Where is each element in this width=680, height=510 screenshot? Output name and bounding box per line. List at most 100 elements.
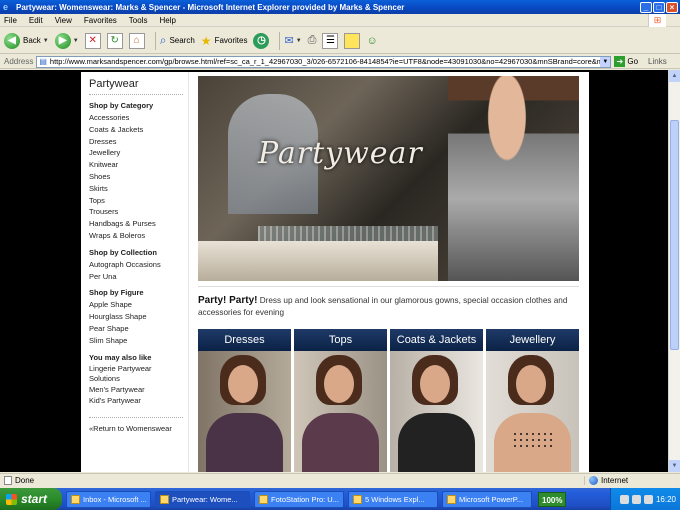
- search-icon: ⌕: [159, 33, 167, 47]
- model-garment: [302, 413, 379, 472]
- nav-link-pear-shape[interactable]: Pear Shape: [89, 323, 188, 335]
- nav-link-handbags-purses[interactable]: Handbags & Purses: [89, 218, 188, 230]
- taskbar-item-fotostation[interactable]: FotoStation Pro: U...: [254, 490, 344, 508]
- menu-file[interactable]: File: [4, 16, 17, 25]
- go-button[interactable]: ➔ Go: [614, 56, 638, 67]
- chevron-down-icon[interactable]: ▼: [600, 56, 611, 67]
- nav-link-trousers[interactable]: Trousers: [89, 206, 188, 218]
- stop-button[interactable]: ✕: [84, 32, 101, 49]
- tray-icon[interactable]: [643, 494, 653, 504]
- tile-coats-jackets[interactable]: Coats & Jackets: [390, 329, 483, 472]
- nav-link-skirts[interactable]: Skirts: [89, 183, 188, 195]
- left-navigation: Partywear Shop by Category Accessories C…: [81, 72, 189, 472]
- taskbar-item-windows-explorer[interactable]: 5 Windows Expl...: [348, 490, 438, 508]
- menu-bar: File Edit View Favorites Tools Help ⊞: [0, 14, 680, 27]
- battery-indicator[interactable]: 100%: [538, 491, 567, 507]
- address-input[interactable]: ▤ http://www.marksandspencer.com/gp/brow…: [36, 55, 612, 68]
- task-label: Partywear: Wome...: [172, 494, 238, 504]
- nav-link-coats-jackets[interactable]: Coats & Jackets: [89, 124, 188, 136]
- forward-button[interactable]: ▶ ▼: [54, 32, 79, 49]
- chevron-down-icon[interactable]: ▼: [43, 38, 49, 44]
- vertical-scrollbar[interactable]: ▲ ▼: [668, 70, 680, 472]
- nav-link-accessories[interactable]: Accessories: [89, 112, 188, 124]
- refresh-icon: ↻: [106, 32, 123, 49]
- hero-mantel-decor: [198, 241, 438, 281]
- address-url: http://www.marksandspencer.com/gp/browse…: [49, 57, 601, 66]
- nav-link-per-una[interactable]: Per Una: [89, 271, 188, 283]
- nav-link-kids-partywear[interactable]: Kid's Partywear: [89, 395, 188, 407]
- minimize-button[interactable]: _: [640, 1, 652, 13]
- tray-icon[interactable]: [631, 494, 641, 504]
- scroll-down-icon[interactable]: ▼: [669, 460, 680, 472]
- nav-link-slim-shape[interactable]: Slim Shape: [89, 335, 188, 347]
- scroll-up-icon[interactable]: ▲: [669, 70, 680, 82]
- partywear-hero-banner[interactable]: Partywear: [198, 76, 579, 281]
- model-face: [420, 365, 450, 403]
- refresh-button[interactable]: ↻: [106, 32, 123, 49]
- menu-view[interactable]: View: [55, 16, 72, 25]
- note-icon: [344, 32, 361, 49]
- window-title-bar[interactable]: e Partywear: Womenswear: Marks & Spencer…: [0, 0, 680, 14]
- chevron-down-icon[interactable]: ▼: [73, 38, 79, 44]
- internet-explorer-icon: [160, 494, 169, 504]
- clock[interactable]: 16:20: [656, 495, 676, 504]
- taskbar-item-inbox[interactable]: Inbox - Microsoft ...: [66, 490, 151, 508]
- tile-image: [198, 351, 291, 472]
- history-button[interactable]: ◷: [253, 32, 270, 49]
- printer-icon: ⎙: [307, 34, 317, 46]
- toolbar-separator: [279, 31, 281, 50]
- home-icon: ⌂: [128, 32, 145, 49]
- nav-link-knitwear[interactable]: Knitwear: [89, 159, 188, 171]
- nav-link-wraps-boleros[interactable]: Wraps & Boleros: [89, 230, 188, 242]
- edit-button[interactable]: ☰: [322, 32, 339, 49]
- go-arrow-icon: ➔: [614, 56, 626, 67]
- scroll-thumb[interactable]: [670, 120, 679, 350]
- links-label[interactable]: Links: [648, 57, 667, 66]
- toolbar: ◀ Back ▼ ▶ ▼ ✕ ↻ ⌂ ⌕ Search ★ Favorites …: [0, 28, 680, 54]
- security-zone[interactable]: Internet: [584, 476, 680, 485]
- home-button[interactable]: ⌂: [128, 32, 145, 49]
- intro-text: Party! Party! Dress up and look sensatio…: [198, 286, 579, 319]
- return-to-womenswear-link[interactable]: «Return to Womenswear: [89, 424, 188, 433]
- chevron-down-icon[interactable]: ▼: [296, 38, 302, 44]
- nav-link-dresses[interactable]: Dresses: [89, 136, 188, 148]
- favorites-button[interactable]: ★ Favorites: [201, 34, 248, 48]
- messenger-button[interactable]: ☺: [366, 35, 377, 47]
- nav-link-hourglass-shape[interactable]: Hourglass Shape: [89, 311, 188, 323]
- menu-help[interactable]: Help: [159, 16, 175, 25]
- maximize-button[interactable]: □: [653, 1, 665, 13]
- nav-link-mens-partywear[interactable]: Men's Partywear: [89, 384, 188, 396]
- tile-tops[interactable]: Tops: [294, 329, 387, 472]
- print-button[interactable]: ⎙: [308, 34, 317, 47]
- start-button[interactable]: start: [0, 488, 62, 510]
- back-button[interactable]: ◀ Back ▼: [4, 32, 49, 49]
- search-button[interactable]: ⌕ Search: [160, 33, 195, 48]
- nav-link-autograph-occasions[interactable]: Autograph Occasions: [89, 259, 188, 271]
- tile-dresses[interactable]: Dresses: [198, 329, 291, 472]
- task-label: Microsoft PowerP...: [459, 494, 524, 504]
- nav-divider: [89, 417, 183, 419]
- page-body: Partywear Shop by Category Accessories C…: [81, 72, 589, 472]
- discuss-button[interactable]: [344, 32, 361, 49]
- menu-favorites[interactable]: Favorites: [84, 16, 117, 25]
- taskbar-item-powerpoint[interactable]: Microsoft PowerP...: [442, 490, 532, 508]
- taskbar-item-partywear[interactable]: Partywear: Wome...: [155, 490, 250, 508]
- menu-edit[interactable]: Edit: [29, 16, 43, 25]
- status-bar: Done Internet: [0, 473, 680, 487]
- nav-link-apple-shape[interactable]: Apple Shape: [89, 299, 188, 311]
- model-garment: [206, 413, 283, 472]
- tile-jewellery[interactable]: Jewellery: [486, 329, 579, 472]
- nav-section-heading: Shop by Collection: [89, 247, 157, 257]
- mail-icon: ✉: [284, 35, 294, 47]
- task-label: 5 Windows Expl...: [365, 494, 425, 504]
- nav-link-jewellery[interactable]: Jewellery: [89, 147, 188, 159]
- nav-link-tops[interactable]: Tops: [89, 195, 188, 207]
- mail-button[interactable]: ✉ ▼: [284, 34, 301, 47]
- tray-icon[interactable]: [619, 494, 629, 504]
- globe-icon: [589, 476, 598, 485]
- menu-tools[interactable]: Tools: [129, 16, 148, 25]
- close-button[interactable]: ×: [666, 1, 678, 13]
- nav-link-lingerie-partywear[interactable]: Lingerie Partywear Solutions: [89, 364, 169, 384]
- nav-link-shoes[interactable]: Shoes: [89, 171, 188, 183]
- edit-icon: ☰: [322, 32, 339, 49]
